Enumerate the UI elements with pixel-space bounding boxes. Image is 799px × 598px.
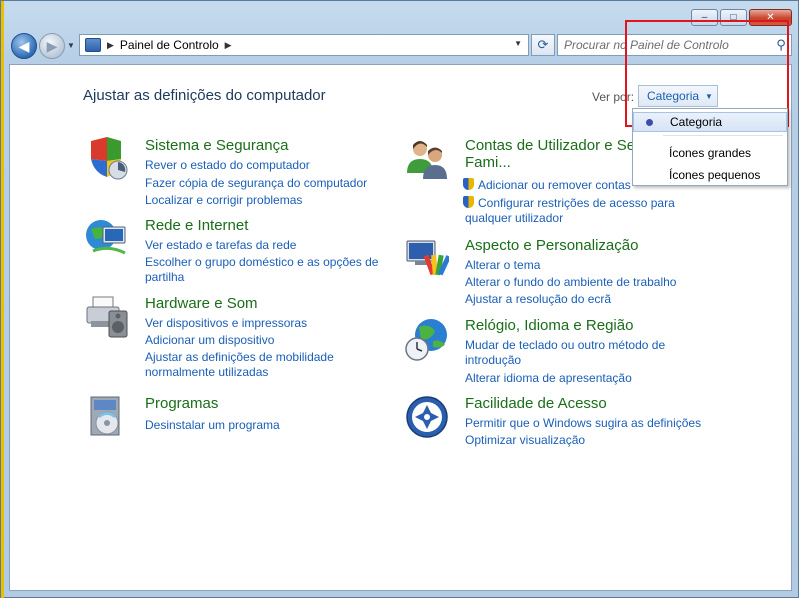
link-change-theme[interactable]: Alterar o tema — [465, 258, 540, 273]
category-title[interactable]: Sistema e Segurança — [145, 137, 288, 154]
uac-shield-icon — [463, 178, 474, 190]
link-add-remove-accounts[interactable]: Adicionar ou remover contas — [463, 178, 631, 193]
link-add-device[interactable]: Adicionar um dispositivo — [145, 333, 274, 348]
menu-separator — [663, 135, 783, 136]
link-change-keyboard[interactable]: Mudar de teclado ou outro método de — [465, 338, 665, 353]
forward-button[interactable]: ▶ — [39, 33, 65, 59]
link-label: Adicionar ou remover contas — [478, 178, 631, 192]
view-by-menu: Categoria Ícones grandes Ícones pequenos — [632, 108, 788, 186]
link-troubleshoot[interactable]: Localizar e corrigir problemas — [145, 193, 302, 208]
link-display-language[interactable]: Alterar idioma de apresentação — [465, 371, 632, 386]
shield-computer-icon — [91, 137, 128, 180]
forward-arrow-icon: ▶ — [46, 37, 58, 54]
link-parental-controls-cont[interactable]: qualquer utilizador — [465, 211, 563, 226]
address-dropdown-icon[interactable]: ▼ — [514, 39, 522, 48]
breadcrumb-separator-icon[interactable]: ▶ — [107, 40, 114, 51]
menu-item-label: Categoria — [670, 115, 723, 129]
users-icon — [407, 141, 447, 179]
refresh-icon: ⟳ — [537, 37, 549, 52]
category-title[interactable]: Rede e Internet — [145, 217, 248, 234]
globe-clock-icon — [405, 319, 447, 361]
link-label: Configurar restrições de acesso para — [478, 196, 675, 210]
link-desktop-background[interactable]: Alterar o fundo do ambiente de trabalho — [465, 275, 676, 290]
history-dropdown-icon[interactable]: ▼ — [67, 41, 75, 50]
link-homegroup-cont[interactable]: partilha — [145, 270, 184, 285]
link-review-status[interactable]: Rever o estado do computador — [145, 158, 310, 173]
radio-selected-icon — [646, 119, 653, 126]
printer-speaker-icon — [86, 296, 128, 338]
monitor-palette-icon — [406, 240, 449, 276]
link-homegroup[interactable]: Escolher o grupo doméstico e as opções d… — [145, 255, 378, 270]
link-mobility[interactable]: Ajustar as definições de mobilidade — [145, 350, 334, 365]
globe-network-icon — [86, 220, 126, 255]
link-mobility-cont[interactable]: normalmente utilizadas — [145, 365, 268, 380]
link-backup[interactable]: Fazer cópia de segurança do computador — [145, 176, 367, 191]
link-parental-controls[interactable]: Configurar restrições de acesso para — [463, 196, 675, 211]
category-title[interactable]: Contas de Utilizador e Se — [465, 137, 635, 154]
link-devices-printers[interactable]: Ver dispositivos e impressoras — [145, 316, 307, 331]
refresh-button[interactable]: ⟳ — [531, 34, 555, 56]
breadcrumb-control-panel[interactable]: Painel de Controlo — [120, 38, 219, 52]
page-title: Ajustar as definições do computador — [83, 87, 326, 104]
window-edge — [1, 1, 4, 598]
control-panel-window: – □ ✕ ◀ ▶ ▼ ▶ Painel de Controlo ▶ ▼ ⟳ P… — [0, 0, 799, 598]
menu-item-label: Ícones grandes — [669, 146, 752, 160]
menu-item-large-icons[interactable]: Ícones grandes — [633, 143, 787, 163]
link-change-keyboard-cont[interactable]: introdução — [465, 353, 521, 368]
programs-disc-icon — [90, 396, 120, 436]
link-optimize-display[interactable]: Optimizar visualização — [465, 433, 585, 448]
category-title[interactable]: Programas — [145, 395, 218, 412]
category-title[interactable]: Hardware e Som — [145, 295, 258, 312]
back-button[interactable]: ◀ — [11, 33, 37, 59]
link-network-status[interactable]: Ver estado e tarefas da rede — [145, 238, 296, 253]
uac-shield-icon — [463, 196, 474, 208]
category-title[interactable]: Aspecto e Personalização — [465, 237, 638, 254]
control-panel-icon — [85, 38, 101, 52]
menu-item-categoria[interactable]: Categoria — [633, 112, 787, 132]
link-let-windows-suggest[interactable]: Permitir que o Windows sugira as definiç… — [465, 416, 701, 431]
breadcrumb-separator-icon[interactable]: ▶ — [225, 40, 232, 51]
ease-of-access-icon — [406, 396, 448, 438]
category-title[interactable]: Facilidade de Acesso — [465, 395, 607, 412]
link-uninstall[interactable]: Desinstalar um programa — [145, 418, 280, 433]
address-bar[interactable]: ▶ Painel de Controlo ▶ ▼ — [79, 34, 529, 56]
menu-item-label: Ícones pequenos — [669, 168, 761, 182]
back-arrow-icon: ◀ — [18, 37, 30, 54]
category-title[interactable]: Relógio, Idioma e Região — [465, 317, 633, 334]
menu-item-small-icons[interactable]: Ícones pequenos — [633, 165, 787, 185]
link-screen-resolution[interactable]: Ajustar a resolução do ecrã — [465, 292, 611, 307]
category-title-cont[interactable]: Fami... — [465, 154, 511, 171]
